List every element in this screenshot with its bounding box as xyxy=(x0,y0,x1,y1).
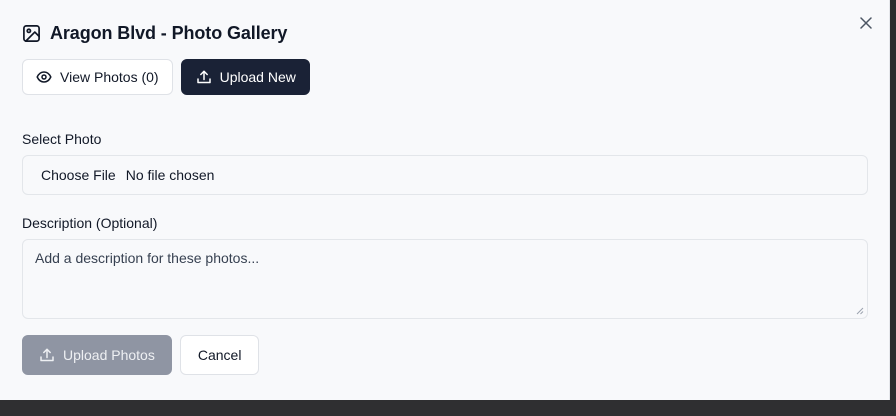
close-icon xyxy=(860,17,872,29)
upload-photos-button[interactable]: Upload Photos xyxy=(22,335,172,375)
upload-icon xyxy=(39,347,55,363)
dialog-actions: Upload Photos Cancel xyxy=(22,335,260,375)
choose-file-button[interactable]: Choose File xyxy=(41,167,116,183)
cancel-label: Cancel xyxy=(197,347,242,363)
upload-new-label: Upload New xyxy=(219,69,296,85)
resize-handle-icon[interactable] xyxy=(856,307,864,315)
upload-photos-label: Upload Photos xyxy=(63,347,155,363)
cancel-button[interactable]: Cancel xyxy=(179,335,260,375)
view-photos-label: View Photos (0) xyxy=(60,69,159,85)
upload-icon xyxy=(196,69,212,85)
close-button[interactable] xyxy=(857,14,875,32)
description-textarea[interactable]: Add a description for these photos... xyxy=(22,239,868,319)
modal-backdrop xyxy=(0,400,896,416)
description-label: Description (Optional) xyxy=(22,215,158,231)
description-placeholder: Add a description for these photos... xyxy=(35,250,260,266)
select-photo-label: Select Photo xyxy=(22,131,102,147)
eye-icon xyxy=(36,69,52,85)
image-icon xyxy=(22,24,41,43)
file-status: No file chosen xyxy=(125,167,215,183)
view-photos-button[interactable]: View Photos (0) xyxy=(22,59,173,95)
dialog-header: Aragon Blvd - Photo Gallery xyxy=(22,21,287,45)
dialog-title: Aragon Blvd - Photo Gallery xyxy=(50,22,288,43)
photo-file-input[interactable]: Choose File No file chosen xyxy=(22,155,868,195)
photo-gallery-dialog: Aragon Blvd - Photo Gallery View Photos … xyxy=(0,0,890,400)
gallery-tabs: View Photos (0) Upload New xyxy=(22,59,310,95)
upload-new-button[interactable]: Upload New xyxy=(180,59,310,95)
